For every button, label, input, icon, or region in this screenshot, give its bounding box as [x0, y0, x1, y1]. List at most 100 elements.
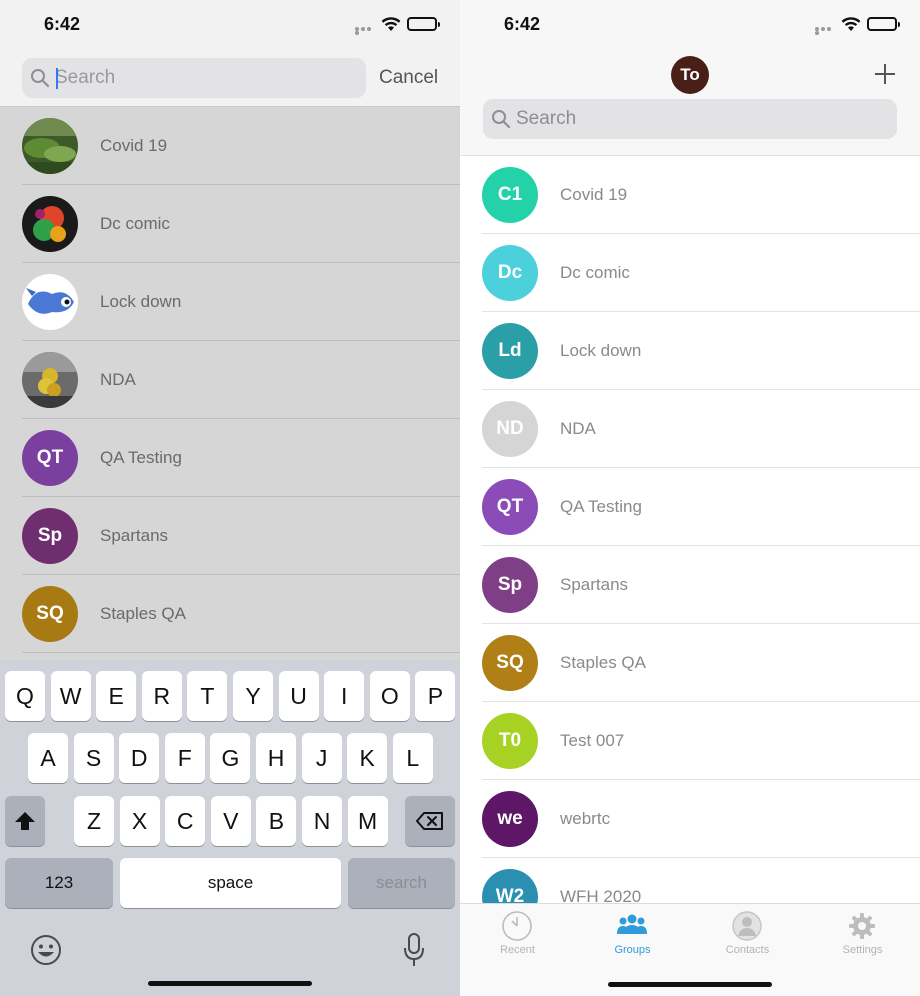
search-icon	[31, 69, 50, 88]
text-cursor	[56, 68, 58, 89]
tab-label: Recent	[500, 944, 535, 956]
group-name: QA Testing	[100, 448, 182, 467]
add-group-button[interactable]	[874, 63, 896, 85]
key-f[interactable]: F	[164, 733, 205, 783]
key-r[interactable]: R	[141, 671, 182, 721]
group-avatar	[22, 118, 78, 174]
search-icon	[492, 110, 511, 129]
key-c[interactable]: C	[165, 796, 206, 846]
group-name: QA Testing	[560, 497, 642, 516]
key-l[interactable]: L	[392, 733, 433, 783]
group-row[interactable]: SQ Staples QA	[460, 624, 920, 702]
group-name: Covid 19	[560, 185, 628, 204]
group-avatar	[22, 352, 78, 408]
search-input[interactable]	[516, 99, 876, 139]
group-name: Test 007	[560, 731, 625, 750]
emoji-icon[interactable]	[30, 934, 62, 966]
search-bar[interactable]	[483, 99, 897, 139]
status-time: 6:42	[44, 14, 81, 34]
group-name: Lock down	[100, 292, 182, 311]
group-row[interactable]: NDA	[0, 341, 460, 419]
tab-label: Settings	[842, 944, 883, 956]
key-m[interactable]: M	[347, 796, 388, 846]
key-y[interactable]: Y	[233, 671, 273, 721]
group-name: Lock down	[560, 341, 642, 360]
key-t[interactable]: T	[187, 671, 228, 721]
group-name: Dc comic	[560, 263, 630, 282]
tab-bar: Recent Groups Contacts Settings	[460, 903, 920, 996]
group-row[interactable]: we webrtc	[460, 780, 920, 858]
key-k[interactable]: K	[347, 733, 388, 783]
group-row[interactable]: C1 Covid 19	[460, 156, 920, 234]
gear-icon	[849, 913, 875, 939]
wifi-icon	[841, 17, 861, 31]
key-w[interactable]: W	[50, 671, 91, 721]
group-avatar: SQ	[22, 586, 78, 642]
key-p[interactable]: P	[415, 671, 456, 721]
key-b[interactable]: B	[256, 796, 297, 846]
group-avatar	[22, 274, 78, 330]
status-bar: 6:42	[460, 0, 920, 50]
backspace-key[interactable]	[405, 796, 455, 846]
tab-settings[interactable]: Settings	[805, 904, 920, 964]
groups-icon	[617, 914, 647, 934]
key-z[interactable]: Z	[74, 796, 114, 846]
tab-groups[interactable]: Groups	[575, 904, 690, 964]
group-row[interactable]: QT QA Testing	[0, 419, 460, 497]
row-divider	[22, 652, 460, 653]
key-o[interactable]: O	[369, 671, 410, 721]
battery-icon	[407, 17, 440, 31]
key-n[interactable]: N	[302, 796, 342, 846]
key-u[interactable]: U	[278, 671, 319, 721]
key-s[interactable]: S	[73, 733, 114, 783]
tab-recent[interactable]: Recent	[460, 904, 575, 964]
group-name: Spartans	[560, 575, 629, 594]
search-key[interactable]: search	[348, 858, 455, 908]
group-avatar	[22, 196, 78, 252]
group-avatar: ND	[482, 401, 538, 457]
group-row[interactable]: Sp Spartans	[0, 497, 460, 575]
group-row[interactable]: ND NDA	[460, 390, 920, 468]
numbers-key[interactable]: 123	[5, 858, 113, 908]
groups-screen: 6:42 To C1 Covid 19 Dc Dc comic Ld Lock down N…	[460, 0, 920, 996]
key-q[interactable]: Q	[5, 671, 45, 721]
group-avatar: SQ	[482, 635, 538, 691]
group-avatar: we	[482, 791, 538, 847]
group-name: Staples QA	[100, 604, 186, 623]
key-v[interactable]: V	[210, 796, 251, 846]
key-d[interactable]: D	[119, 733, 160, 783]
group-name: Covid 19	[100, 136, 168, 155]
profile-avatar[interactable]: To	[671, 56, 709, 94]
group-row[interactable]: Ld Lock down	[460, 312, 920, 390]
group-name: Spartans	[100, 526, 169, 545]
group-row[interactable]: T0 Test 007	[460, 702, 920, 780]
key-h[interactable]: H	[256, 733, 296, 783]
keyboard: QWERTYUIOP ASDFGHJKL ZXCVBNM 123 space sea…	[0, 660, 460, 996]
tab-label: Groups	[614, 944, 651, 956]
group-row[interactable]: Sp Spartans	[460, 546, 920, 624]
wifi-icon	[381, 17, 401, 31]
group-row[interactable]: Dc Dc comic	[460, 234, 920, 312]
tab-contacts[interactable]: Contacts	[690, 904, 805, 964]
search-header: Cancel	[0, 50, 460, 107]
space-key[interactable]: space	[120, 858, 341, 908]
shift-key[interactable]	[5, 796, 45, 846]
key-j[interactable]: J	[301, 733, 342, 783]
group-name: NDA	[560, 419, 596, 438]
group-row[interactable]: Dc comic	[0, 185, 460, 263]
group-avatar: QT	[482, 479, 538, 535]
cancel-button[interactable]: Cancel	[379, 67, 438, 89]
key-g[interactable]: G	[210, 733, 251, 783]
key-i[interactable]: I	[324, 671, 365, 721]
search-input[interactable]	[55, 58, 355, 98]
group-row[interactable]: SQ Staples QA	[0, 575, 460, 653]
key-a[interactable]: A	[28, 733, 68, 783]
key-x[interactable]: X	[119, 796, 160, 846]
group-row[interactable]: Lock down	[0, 263, 460, 341]
group-avatar: Sp	[22, 508, 78, 564]
key-e[interactable]: E	[96, 671, 137, 721]
search-bar[interactable]	[22, 58, 366, 98]
group-row[interactable]: QT QA Testing	[460, 468, 920, 546]
group-row[interactable]: Covid 19	[0, 107, 460, 185]
microphone-icon[interactable]	[402, 932, 426, 968]
